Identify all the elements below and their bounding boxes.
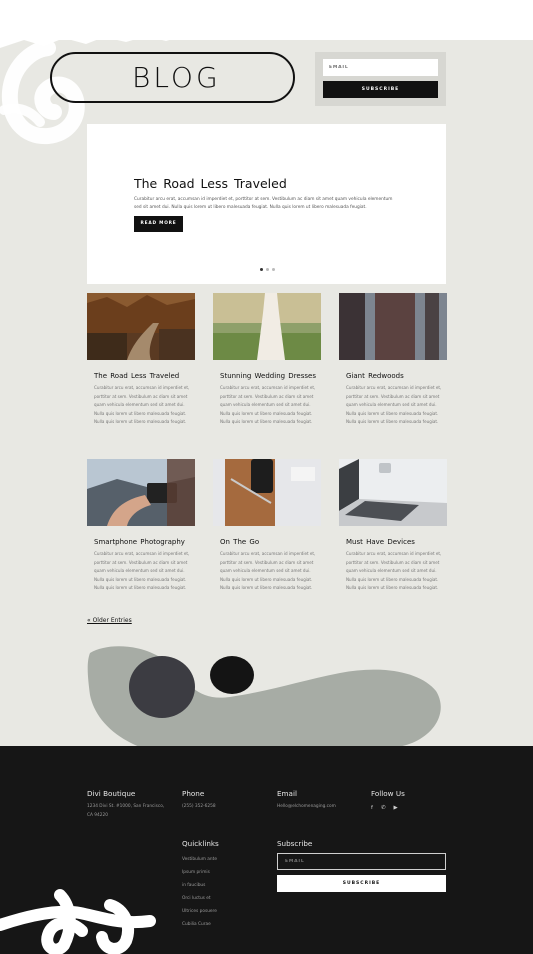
footer-email-heading: Email xyxy=(277,789,297,798)
quicklink-item[interactable]: Cubilia Curae xyxy=(182,918,217,931)
post-card: The Road Less Traveled Curabitur arcu er… xyxy=(87,293,195,427)
forest-road-photo[interactable] xyxy=(87,293,195,360)
slider-pagination xyxy=(260,268,275,271)
post-title[interactable]: On The Go xyxy=(220,538,321,546)
post-card: Giant Redwoods Curabitur arcu erat, accu… xyxy=(339,293,447,427)
post-card: On The Go Curabitur arcu erat, accumsan … xyxy=(213,459,321,593)
smartphone-camera-photo[interactable] xyxy=(87,459,195,526)
redwood-trees-photo[interactable] xyxy=(339,293,447,360)
featured-post-excerpt: Curabitur arcu erat, accumsan id imperdi… xyxy=(134,197,393,210)
post-title[interactable]: Must Have Devices xyxy=(346,538,447,546)
footer-brand-name: Divi Boutique xyxy=(87,789,136,798)
footer-follow-heading: Follow Us xyxy=(371,789,405,798)
post-excerpt: Curabitur arcu erat, accumsan id imperdi… xyxy=(220,551,316,591)
youtube-icon[interactable]: ▶ xyxy=(394,805,398,811)
slider-dot-1[interactable] xyxy=(260,268,263,271)
quicklink-item[interactable]: Ultrices posuere xyxy=(182,905,217,918)
header-subscribe-button[interactable]: SUBSCRIBE xyxy=(323,81,438,98)
page-title: BLOG xyxy=(132,61,221,94)
footer-email-input[interactable] xyxy=(277,853,446,870)
slider-dot-3[interactable] xyxy=(272,268,275,271)
post-excerpt: Curabitur arcu erat, accumsan id imperdi… xyxy=(346,385,442,425)
footer-subscribe-button[interactable]: SUBSCRIBE xyxy=(277,875,446,892)
blog-title-pill: BLOG xyxy=(50,52,295,103)
footer-brush-decoration xyxy=(0,889,156,954)
post-excerpt: Curabitur arcu erat, accumsan id imperdi… xyxy=(220,385,316,425)
quicklink-item[interactable]: Orci luctus et xyxy=(182,892,217,905)
post-excerpt: Curabitur arcu erat, accumsan id imperdi… xyxy=(346,551,442,591)
post-card: Smartphone Photography Curabitur arcu er… xyxy=(87,459,195,593)
footer-email-address[interactable]: Hello@elchomenaging.com xyxy=(277,803,336,812)
post-title[interactable]: Smartphone Photography xyxy=(94,538,195,546)
laptop-keyboard-photo[interactable] xyxy=(339,459,447,526)
phone-on-notebook-photo[interactable] xyxy=(213,459,321,526)
twitter-icon[interactable]: ✆ xyxy=(381,805,386,811)
post-title[interactable]: Stunning Wedding Dresses xyxy=(220,372,321,380)
post-excerpt: Curabitur arcu erat, accumsan id imperdi… xyxy=(94,385,190,425)
header-subscribe-form: SUBSCRIBE xyxy=(315,52,446,106)
social-icons: f ✆ ▶ xyxy=(371,805,398,811)
post-card: Must Have Devices Curabitur arcu erat, a… xyxy=(339,459,447,593)
footer-address: 1234 Divi St. #1000, San Francisco, CA 9… xyxy=(87,804,165,818)
slider-dot-2[interactable] xyxy=(266,268,269,271)
post-card: Stunning Wedding Dresses Curabitur arcu … xyxy=(213,293,321,427)
header-email-input[interactable] xyxy=(323,59,438,76)
read-more-button[interactable]: READ MORE xyxy=(134,216,183,232)
facebook-icon[interactable]: f xyxy=(371,805,373,811)
footer-quicklinks-heading: Quicklinks xyxy=(182,839,219,848)
post-title[interactable]: Giant Redwoods xyxy=(346,372,447,380)
post-title[interactable]: The Road Less Traveled xyxy=(94,372,195,380)
footer-phone-number[interactable]: (255) 352-6258 xyxy=(182,803,216,812)
quicklink-item[interactable]: Ipsum primis xyxy=(182,866,217,879)
quicklink-item[interactable]: in faucibus xyxy=(182,879,217,892)
featured-post-slider: The Road Less Traveled Curabitur arcu er… xyxy=(87,124,446,284)
featured-post-title[interactable]: The Road Less Traveled xyxy=(134,176,287,191)
older-entries-link[interactable]: « Older Entries xyxy=(87,617,132,624)
post-excerpt: Curabitur arcu erat, accumsan id imperdi… xyxy=(94,551,190,591)
wedding-dress-photo[interactable] xyxy=(213,293,321,360)
footer-phone-heading: Phone xyxy=(182,789,205,798)
footer-quicklinks-list: Vestibulum ante Ipsum primis in faucibus… xyxy=(182,853,217,931)
quicklink-item[interactable]: Vestibulum ante xyxy=(182,853,217,866)
footer-subscribe-heading: Subscribe xyxy=(277,839,313,848)
